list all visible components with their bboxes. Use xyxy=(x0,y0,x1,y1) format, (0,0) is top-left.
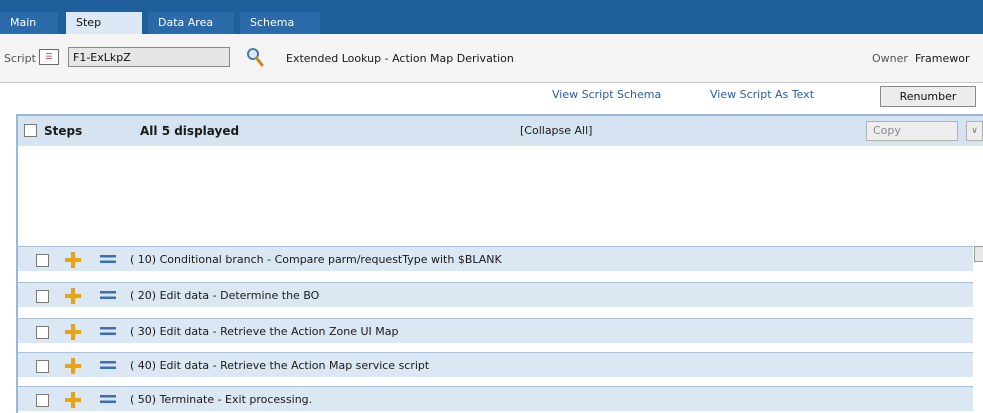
step-description: Terminate - Exit processing. xyxy=(159,393,313,406)
move-step-equals-icon[interactable] xyxy=(100,326,116,336)
tab-data-area[interactable]: Data Area xyxy=(148,12,234,34)
step-row: ( 30) Edit data - Retrieve the Action Zo… xyxy=(18,318,973,344)
renumber-button[interactable]: Renumber xyxy=(880,86,976,107)
move-step-equals-icon[interactable] xyxy=(100,360,116,370)
tab-bar: Main Step Data Area Schema xyxy=(0,0,983,34)
tab-step[interactable]: Step xyxy=(66,12,142,34)
step-checkbox[interactable] xyxy=(36,360,49,373)
move-step-equals-icon[interactable] xyxy=(100,254,116,264)
step-sequence: ( 10) xyxy=(130,253,157,266)
step-sequence: ( 30) xyxy=(130,325,157,338)
copy-dropdown-chevron-icon[interactable]: ∨ xyxy=(966,121,983,141)
script-description: Extended Lookup - Action Map Derivation xyxy=(286,52,514,65)
tab-schema-label: Schema xyxy=(250,16,295,29)
select-all-checkbox[interactable] xyxy=(24,124,37,137)
step-checkbox[interactable] xyxy=(36,394,49,407)
tab-schema[interactable]: Schema xyxy=(240,12,320,34)
tab-main[interactable]: Main xyxy=(0,12,58,34)
step-description: Edit data - Retrieve the Action Map serv… xyxy=(159,359,430,372)
step-row: ( 50) Terminate - Exit processing. xyxy=(18,386,973,412)
step-label[interactable]: ( 20) Edit data - Determine the BO xyxy=(130,289,319,302)
tab-main-label: Main xyxy=(10,16,37,29)
step-description: Edit data - Determine the BO xyxy=(159,289,320,302)
step-row: ( 10) Conditional branch - Compare parm/… xyxy=(18,246,973,272)
move-step-equals-icon[interactable] xyxy=(100,394,116,404)
move-step-equals-icon[interactable] xyxy=(100,290,116,300)
step-label[interactable]: ( 30) Edit data - Retrieve the Action Zo… xyxy=(130,325,398,338)
step-row: ( 40) Edit data - Retrieve the Action Ma… xyxy=(18,352,973,378)
step-sequence: ( 50) xyxy=(130,393,157,406)
step-description: Conditional branch - Compare parm/reques… xyxy=(159,253,502,266)
script-code-field[interactable] xyxy=(68,47,230,67)
tab-data-area-label: Data Area xyxy=(158,16,214,29)
insert-step-plus-icon[interactable] xyxy=(64,323,82,341)
view-script-as-text-link[interactable]: View Script As Text xyxy=(710,88,814,101)
steps-panel: Steps All 5 displayed [Collapse All] Cop… xyxy=(16,114,983,413)
step-label[interactable]: ( 40) Edit data - Retrieve the Action Ma… xyxy=(130,359,429,372)
step-label[interactable]: ( 50) Terminate - Exit processing. xyxy=(130,393,312,406)
steps-title: Steps xyxy=(44,124,83,138)
magnifier-icon[interactable] xyxy=(246,47,264,67)
step-checkbox[interactable] xyxy=(36,326,49,339)
step-sequence: ( 40) xyxy=(130,359,157,372)
tab-step-label: Step xyxy=(76,16,102,29)
owner-label: Owner xyxy=(872,52,908,65)
step-sequence: ( 20) xyxy=(130,289,157,302)
steps-header: Steps All 5 displayed [Collapse All] Cop… xyxy=(18,116,983,146)
action-links-row: View Script Schema View Script As Text R… xyxy=(0,82,983,109)
insert-step-plus-icon[interactable] xyxy=(64,391,82,409)
script-header: Script ☰ Extended Lookup - Action Map De… xyxy=(0,34,983,82)
insert-step-plus-icon[interactable] xyxy=(64,251,82,269)
script-label: Script xyxy=(4,52,36,65)
view-script-schema-link[interactable]: View Script Schema xyxy=(552,88,661,101)
scrollbar-up-arrow[interactable] xyxy=(974,246,983,262)
owner-value: Framewor xyxy=(915,52,970,65)
step-row: ( 20) Edit data - Determine the BO xyxy=(18,282,973,308)
insert-step-plus-icon[interactable] xyxy=(64,357,82,375)
script-list-icon[interactable]: ☰ xyxy=(39,49,59,65)
steps-count: All 5 displayed xyxy=(140,124,240,138)
collapse-all-link[interactable]: [Collapse All] xyxy=(520,124,592,137)
copy-button[interactable]: Copy xyxy=(866,121,958,141)
step-description: Edit data - Retrieve the Action Zone UI … xyxy=(159,325,399,338)
step-checkbox[interactable] xyxy=(36,290,49,303)
step-label[interactable]: ( 10) Conditional branch - Compare parm/… xyxy=(130,253,502,266)
insert-step-plus-icon[interactable] xyxy=(64,287,82,305)
step-checkbox[interactable] xyxy=(36,254,49,267)
